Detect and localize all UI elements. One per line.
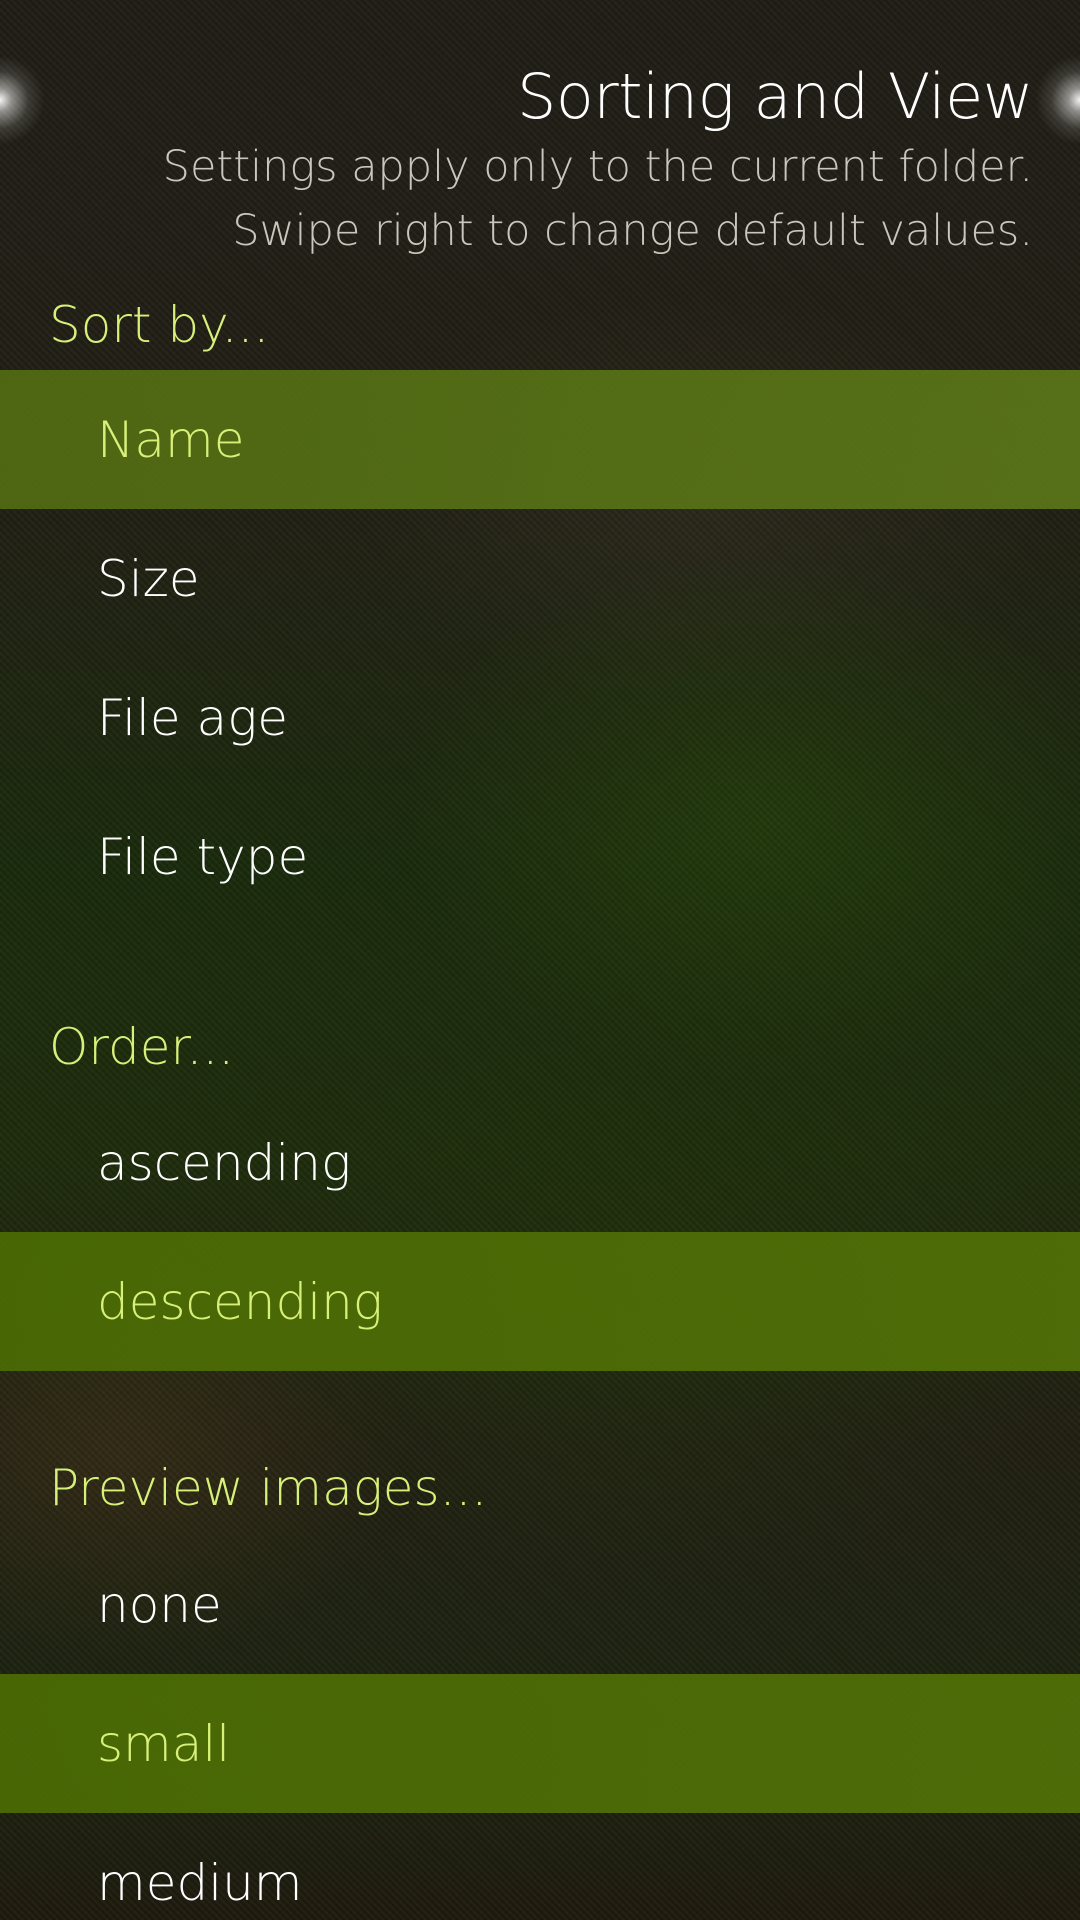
order-option-descending[interactable]: descending bbox=[0, 1232, 1080, 1371]
option-label: Size bbox=[97, 549, 200, 608]
sort-option-file-age[interactable]: File age bbox=[0, 648, 1080, 787]
section-header-sort-by: Sort by... bbox=[49, 296, 270, 354]
option-label: File type bbox=[97, 827, 309, 886]
option-label: File age bbox=[97, 688, 288, 747]
option-label: Name bbox=[97, 410, 245, 469]
page-header: Sorting and View Settings apply only to … bbox=[33, 55, 1034, 263]
option-label: small bbox=[97, 1714, 231, 1773]
sort-option-name[interactable]: Name bbox=[0, 370, 1080, 509]
option-label: descending bbox=[97, 1272, 383, 1331]
section-header-order: Order... bbox=[49, 1018, 235, 1076]
sort-option-file-type[interactable]: File type bbox=[0, 787, 1080, 926]
preview-option-medium[interactable]: medium bbox=[0, 1813, 1080, 1920]
pulley-indicator-right bbox=[1035, 55, 1080, 145]
option-label: none bbox=[97, 1575, 222, 1634]
sort-option-size[interactable]: Size bbox=[0, 509, 1080, 648]
option-label: medium bbox=[97, 1853, 303, 1912]
order-option-ascending[interactable]: ascending bbox=[0, 1093, 1080, 1232]
preview-option-none[interactable]: none bbox=[0, 1535, 1080, 1674]
page-description: Settings apply only to the current folde… bbox=[162, 142, 1033, 256]
option-label: ascending bbox=[97, 1133, 351, 1192]
preview-option-small[interactable]: small bbox=[0, 1674, 1080, 1813]
section-header-preview-images: Preview images... bbox=[49, 1459, 488, 1517]
page-title: Sorting and View bbox=[516, 60, 1034, 133]
